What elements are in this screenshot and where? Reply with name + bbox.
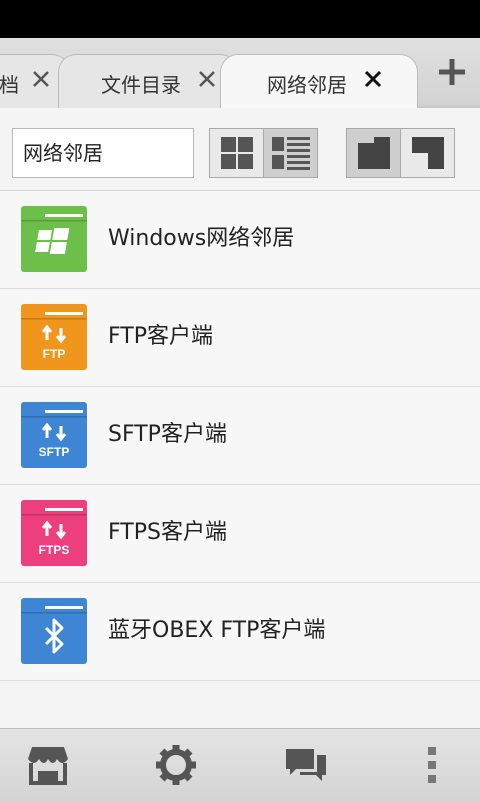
close-icon[interactable] bbox=[361, 67, 385, 91]
bottom-bar bbox=[0, 728, 480, 801]
more-icon[interactable] bbox=[410, 743, 454, 787]
list-item-windows[interactable]: Windows网络邻居 bbox=[0, 191, 480, 289]
add-tab-icon[interactable] bbox=[436, 56, 468, 88]
item-label: 蓝牙OBEX FTP客户端 bbox=[108, 618, 326, 643]
list-item-ftp[interactable]: FTP FTP客户端 bbox=[0, 289, 480, 387]
store-icon[interactable] bbox=[26, 743, 70, 787]
single-window-button[interactable] bbox=[347, 129, 400, 177]
list-item-sftp[interactable]: SFTP SFTP客户端 bbox=[0, 387, 480, 485]
close-icon[interactable] bbox=[29, 67, 53, 91]
split-window-icon bbox=[411, 137, 444, 169]
ftps-folder-icon: FTPS bbox=[21, 500, 87, 566]
windows-folder-icon bbox=[21, 206, 87, 272]
gear-icon[interactable] bbox=[154, 743, 198, 787]
tab-bar: 档 文件目录 网络邻居 bbox=[0, 38, 480, 108]
bluetooth-folder-icon bbox=[21, 598, 87, 664]
window-mode-toggle bbox=[346, 128, 455, 178]
ftp-folder-icon: FTP bbox=[21, 304, 87, 370]
item-label: Windows网络邻居 bbox=[108, 226, 295, 251]
close-icon[interactable] bbox=[195, 67, 219, 91]
split-window-button[interactable] bbox=[400, 129, 454, 177]
view-mode-toggle bbox=[209, 128, 318, 178]
network-list: Windows网络邻居 FTP FTP客户端 SFTP SFTP客户端 FTPS… bbox=[0, 191, 480, 681]
item-label: FTPS客户端 bbox=[108, 520, 227, 545]
chat-icon[interactable] bbox=[284, 743, 328, 787]
tab-label: 文件目录 bbox=[101, 73, 181, 97]
list-view-icon bbox=[271, 137, 310, 170]
tab-label: 档 bbox=[0, 73, 19, 97]
location-field[interactable]: 网络邻居 bbox=[12, 128, 194, 178]
badge-text: FTPS bbox=[39, 543, 70, 557]
list-item-bluetooth[interactable]: 蓝牙OBEX FTP客户端 bbox=[0, 583, 480, 681]
toolbar: 网络邻居 bbox=[0, 108, 480, 191]
status-bar bbox=[0, 0, 480, 38]
item-label: FTP客户端 bbox=[108, 324, 213, 349]
sftp-folder-icon: SFTP bbox=[21, 402, 87, 468]
grid-view-button[interactable] bbox=[210, 129, 263, 177]
grid-view-icon bbox=[220, 137, 253, 169]
list-item-ftps[interactable]: FTPS FTPS客户端 bbox=[0, 485, 480, 583]
tab-network[interactable]: 网络邻居 bbox=[220, 54, 418, 108]
badge-text: SFTP bbox=[39, 445, 70, 459]
list-view-button[interactable] bbox=[263, 129, 317, 177]
single-window-icon bbox=[357, 137, 390, 169]
tab-file-directory[interactable]: 文件目录 bbox=[58, 54, 238, 108]
tab-label: 网络邻居 bbox=[267, 73, 347, 97]
badge-text: FTP bbox=[43, 347, 66, 361]
item-label: SFTP客户端 bbox=[108, 422, 227, 447]
